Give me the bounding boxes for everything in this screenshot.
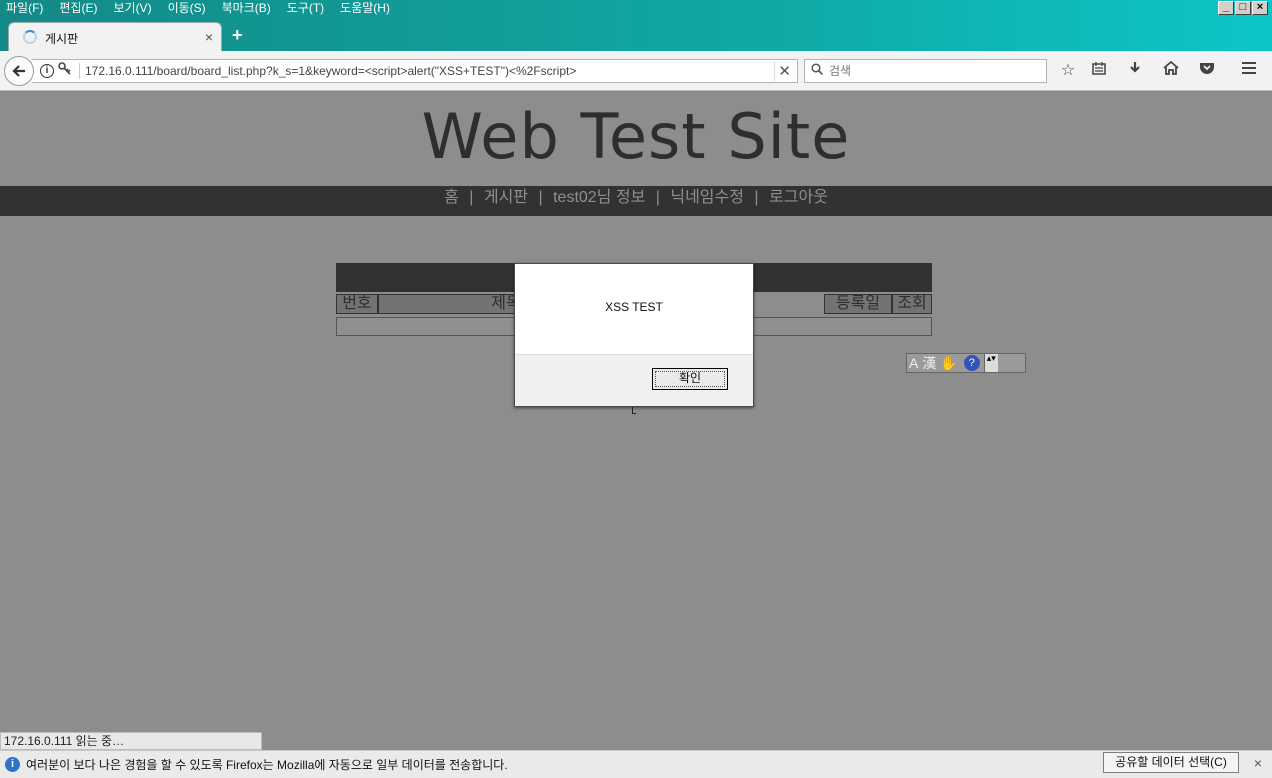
reading-list-icon[interactable] [1088,60,1110,82]
menu-view[interactable]: 보기(V) [113,0,151,18]
tab-title: 게시판 [45,32,79,46]
ime-hanja-icon[interactable]: 漢 [920,354,938,372]
alert-footer: 확인 [515,354,753,406]
bookmark-star-icon[interactable]: ☆ [1057,60,1079,82]
nav-home[interactable]: 홈 [444,189,459,206]
notification-text: 여러분이 보다 나은 경험을 할 수 있도록 Firefox는 Mozilla에… [26,758,508,772]
stop-icon[interactable]: ✕ [778,62,791,80]
status-bar: 172.16.0.111 읽는 중… [0,732,262,750]
menu-list: 파일(F) 편집(E) 보기(V) 이동(S) 북마크(B) 도구(T) 도움말… [6,0,390,18]
url-text[interactable]: 172.16.0.111/board/board_list.php?k_s=1&… [85,64,576,78]
tab-board[interactable]: 게시판 × [8,22,222,51]
nav-user-info[interactable]: test02님 정보 [553,189,645,206]
ok-button[interactable]: 확인 [652,368,728,390]
notification-bar: i 여러분이 보다 나은 경험을 할 수 있도록 Firefox는 Mozill… [0,750,1272,778]
search-icon [811,63,824,78]
menu-tools[interactable]: 도구(T) [287,0,324,18]
nav-board[interactable]: 게시판 [484,189,528,206]
col-number: 번호 [336,294,378,314]
close-tab-icon[interactable]: × [205,29,213,45]
downloads-icon[interactable] [1124,60,1146,82]
close-notification-icon[interactable]: × [1254,755,1262,771]
url-divider [774,61,775,81]
tab-strip: 게시판 × + [0,18,1272,51]
alert-dialog: XSS TEST 확인 [514,263,754,407]
info-icon[interactable]: i [40,64,54,78]
menu-help[interactable]: 도움말(H) [340,0,390,18]
ime-help-icon[interactable]: ? [963,355,980,371]
ime-alpha-icon[interactable]: A [907,354,920,372]
page-content: Web Test Site 홈 | 게시판 | test02님 정보 | 닉네임… [0,92,1272,732]
nav-separator: | [469,189,474,206]
window-controls: _ □ × [1218,1,1268,15]
menu-bar: 파일(F) 편집(E) 보기(V) 이동(S) 북마크(B) 도구(T) 도움말… [0,0,1272,18]
menu-file[interactable]: 파일(F) [6,0,43,18]
navigation-bar: i 172.16.0.111/board/board_list.php?k_s=… [0,51,1272,91]
nav-separator: | [655,189,660,206]
col-views: 조회 [892,294,932,314]
ime-toolbar[interactable]: A 漢 ✋ ? ▴▾ [906,353,1026,373]
nav-edit-nickname[interactable]: 닉네임수정 [670,189,744,206]
alert-message: XSS TEST [605,300,663,314]
url-bar[interactable]: i 172.16.0.111/board/board_list.php?k_s=… [32,59,798,83]
info-notify-icon: i [5,757,20,772]
menu-bookmarks[interactable]: 북마크(B) [222,0,271,18]
pocket-icon[interactable] [1196,60,1218,82]
site-title: Web Test Site [421,100,851,173]
url-separator [79,63,80,79]
new-tab-button[interactable]: + [232,25,243,46]
back-button[interactable] [4,56,34,86]
choose-data-button[interactable]: 공유할 데이터 선택(C) [1103,752,1239,773]
ime-options-icon[interactable]: ▴▾ [983,354,998,372]
nav-separator: | [538,189,543,206]
col-date: 등록일 [824,294,892,314]
loading-spinner-icon [23,30,37,44]
nav-logout[interactable]: 로그아웃 [769,189,828,206]
site-nav: 홈 | 게시판 | test02님 정보 | 닉네임수정 | 로그아웃 [0,186,1272,216]
back-arrow-icon [12,65,25,77]
minimize-button[interactable]: _ [1218,1,1234,15]
key-icon[interactable] [58,62,72,79]
menu-history[interactable]: 이동(S) [168,0,206,18]
hamburger-menu-icon[interactable] [1238,60,1260,82]
nav-separator: | [754,189,759,206]
ime-hand-icon[interactable]: ✋ [938,354,959,372]
menu-edit[interactable]: 편집(E) [59,0,97,18]
search-bar[interactable] [804,59,1047,83]
close-window-button[interactable]: × [1252,1,1268,15]
home-icon[interactable] [1160,60,1182,82]
search-input[interactable] [829,62,1039,80]
maximize-button[interactable]: □ [1235,1,1251,15]
